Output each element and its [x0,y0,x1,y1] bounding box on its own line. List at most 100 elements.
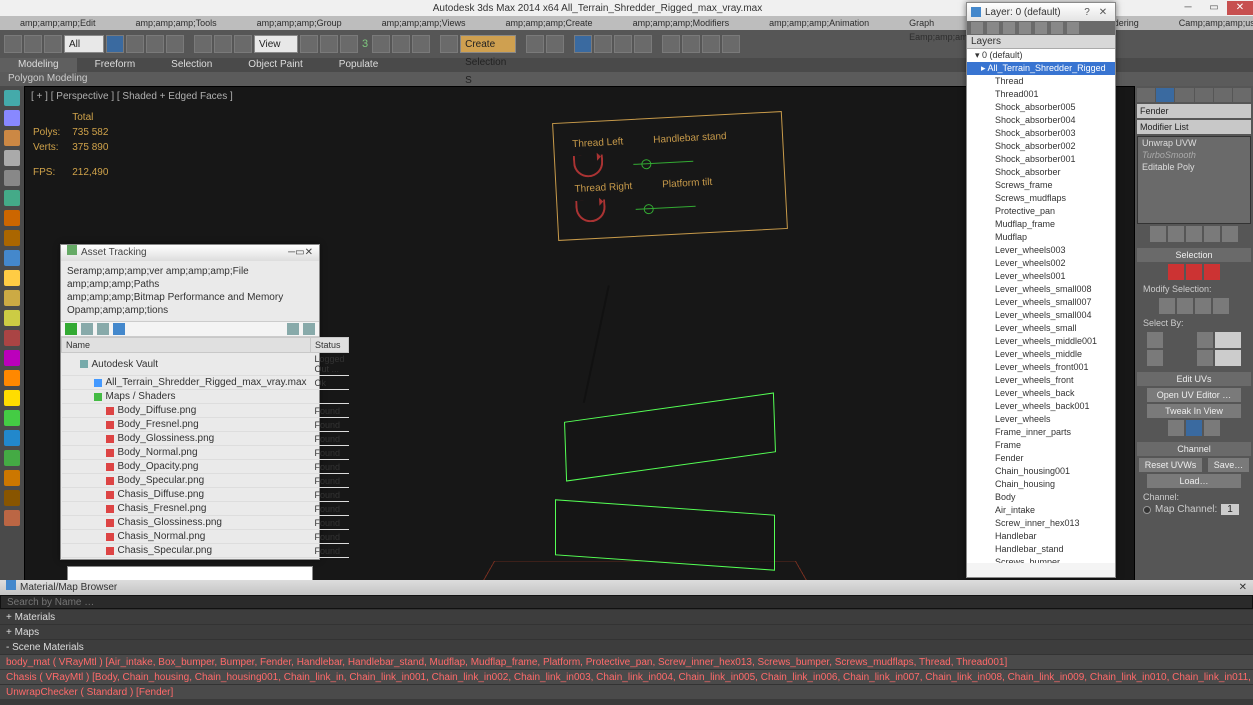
coordsys-dropdown[interactable]: View [254,35,298,53]
left-tool[interactable] [4,470,20,486]
layer-node[interactable]: Handlebar_stand [967,543,1115,556]
mat-maps[interactable]: + Maps [0,624,1253,639]
tab-display[interactable] [1214,88,1232,102]
layer-node[interactable]: Protective_pan [967,205,1115,218]
remove-mod[interactable] [1204,226,1220,242]
layer-node[interactable]: Lever_wheels_middle [967,348,1115,361]
asset-row[interactable]: Body_Diffuse.pngFound [62,404,349,418]
tool-layers[interactable] [574,35,592,53]
layer-node[interactable]: Thread [967,75,1115,88]
at-b1[interactable] [81,323,93,335]
ring[interactable] [1195,298,1211,314]
layer-hide[interactable] [1051,22,1063,34]
tab-modify[interactable] [1156,88,1174,102]
tool-select[interactable] [106,35,124,53]
sel-face[interactable] [1204,264,1220,280]
ribbon-tab[interactable]: Object Paint [230,58,320,72]
layer-close[interactable]: ✕ [1095,7,1111,18]
layer-node[interactable]: Lever_wheels_middle001 [967,335,1115,348]
layer-hl[interactable] [1035,22,1047,34]
asset-row[interactable]: Chasis_Glossiness.pngFound [62,516,349,530]
uv-3[interactable] [1204,420,1220,436]
tool-rotate[interactable] [214,35,232,53]
asset-min[interactable]: ─ [288,245,295,261]
tool-redo[interactable] [24,35,42,53]
named-sel-dropdown[interactable]: Create Selection S [460,35,516,53]
layer-node[interactable]: Shock_absorber001 [967,153,1115,166]
left-tool[interactable] [4,510,20,526]
layer-node[interactable]: Thread001 [967,88,1115,101]
layer-node[interactable]: Shock_absorber003 [967,127,1115,140]
tool-align[interactable] [546,35,564,53]
reset-uvw[interactable]: Reset UVWs [1139,458,1203,472]
layer-tree[interactable]: ▾ 0 (default)▸ All_Terrain_Shredder_Rigg… [967,49,1115,563]
mod-unwrap[interactable]: Unwrap UVW [1138,137,1250,149]
layer-node[interactable]: Mudflap [967,231,1115,244]
tool-spinner-snap[interactable] [412,35,430,53]
tool-snap[interactable] [340,35,358,53]
asset-menus[interactable]: Seramp;amp;amp;ver amp;amp;amp;File amp;… [61,261,319,321]
tab-create[interactable] [1137,88,1155,102]
left-tool[interactable] [4,210,20,226]
left-tool[interactable] [4,330,20,346]
asset-max[interactable]: ▭ [295,245,304,261]
selby-spin[interactable] [1215,332,1241,348]
layer-node[interactable]: ▾ 0 (default) [967,49,1115,62]
left-tool[interactable] [4,430,20,446]
tool-curve-editor[interactable] [594,35,612,53]
layer-node[interactable]: Lever_wheels_small [967,322,1115,335]
filter-dropdown[interactable]: All [64,35,104,53]
layer-node[interactable]: Lever_wheels002 [967,257,1115,270]
layer-node[interactable]: Shock_absorber002 [967,140,1115,153]
mat-body[interactable]: body_mat ( VRayMtl ) [Air_intake, Box_bu… [0,654,1253,669]
mod-epoly[interactable]: Editable Poly [1138,161,1250,173]
object-name[interactable]: Fender [1137,104,1251,118]
layer-del[interactable] [987,22,999,34]
at-b2[interactable] [97,323,109,335]
mat-close[interactable]: ✕ [1239,580,1247,595]
menu-item[interactable]: amp;amp;amp;Create [486,16,613,30]
layer-node[interactable]: Fender [967,452,1115,465]
at-refresh[interactable] [65,323,77,335]
left-tool[interactable] [4,450,20,466]
uv-1[interactable] [1168,420,1184,436]
at-b4[interactable] [287,323,299,335]
left-tool[interactable] [4,290,20,306]
show-end[interactable] [1168,226,1184,242]
rollout-selection[interactable]: Selection [1137,248,1251,262]
layer-node[interactable]: Frame_inner_parts [967,426,1115,439]
pin-stack[interactable] [1150,226,1166,242]
asset-menu-3[interactable]: Opamp;amp;amp;tions [67,304,313,317]
asset-row[interactable]: Body_Specular.pngFound [62,474,349,488]
menu-item[interactable]: amp;amp;amp;Tools [116,16,237,30]
config-mod[interactable] [1222,226,1238,242]
mat-materials[interactable]: + Materials [0,609,1253,624]
tab-motion[interactable] [1195,88,1213,102]
tool-link[interactable] [44,35,62,53]
asset-close[interactable]: ✕ [305,245,313,261]
minimize-button[interactable]: ─ [1175,1,1201,15]
layer-node[interactable]: Screws_mudflaps [967,192,1115,205]
layer-node[interactable]: Shock_absorber004 [967,114,1115,127]
layer-freeze[interactable] [1067,22,1079,34]
asset-row[interactable]: Chasis_Fresnel.pngFound [62,502,349,516]
layer-node[interactable]: Shock_absorber [967,166,1115,179]
layer-node[interactable]: Lever_wheels_front001 [967,361,1115,374]
left-tool[interactable] [4,130,20,146]
layer-node[interactable]: Chain_housing001 [967,465,1115,478]
left-tool[interactable] [4,230,20,246]
layer-node[interactable]: Handlebar [967,530,1115,543]
layer-node[interactable]: Mudflap_frame [967,218,1115,231]
asset-row[interactable]: Autodesk VaultLogged Out ... [62,353,349,376]
tool-percent-snap[interactable] [392,35,410,53]
layer-node[interactable]: Lever_wheels_front [967,374,1115,387]
shrink[interactable] [1177,298,1193,314]
left-tool[interactable] [4,410,20,426]
close-button[interactable]: ✕ [1227,1,1253,15]
menu-item[interactable]: amp;amp;amp;Views [362,16,486,30]
snap-3-icon[interactable]: 3 [360,38,370,50]
menu-item[interactable]: amp;amp;amp;Animation [749,16,889,30]
modifier-list[interactable]: Modifier List [1137,120,1251,134]
asset-row[interactable]: Body_Glossiness.pngFound [62,432,349,446]
layer-node[interactable]: Body [967,491,1115,504]
